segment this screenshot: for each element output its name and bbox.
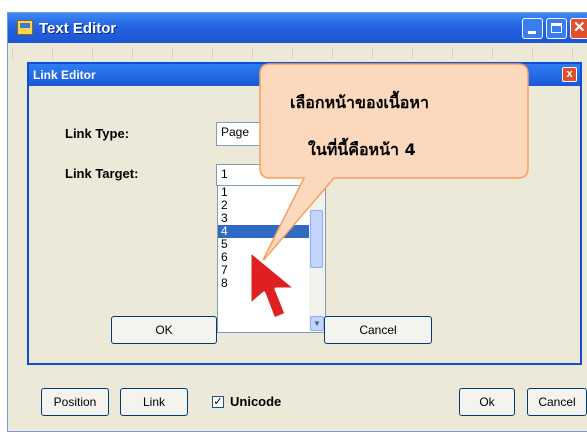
link-type-label: Link Type: — [65, 126, 130, 141]
maximize-button[interactable] — [546, 18, 567, 39]
dialog-title: Link Editor — [33, 68, 96, 82]
cancel-button[interactable]: Cancel — [527, 388, 587, 416]
link-target-label: Link Target: — [65, 166, 139, 181]
minimize-icon — [528, 31, 536, 34]
link-button[interactable]: Link — [120, 388, 188, 416]
dialog-title-bar[interactable]: Link Editor x — [29, 64, 580, 86]
title-bar[interactable]: Text Editor ✕ — [8, 13, 587, 43]
position-button[interactable]: Position — [41, 388, 109, 416]
dialog-ok-button[interactable]: OK — [111, 316, 217, 344]
minimize-button[interactable] — [522, 18, 543, 39]
unicode-label: Unicode — [230, 394, 282, 409]
ruler — [12, 49, 587, 59]
dialog-cancel-button[interactable]: Cancel — [324, 316, 432, 344]
dialog-close-button[interactable]: x — [562, 67, 577, 82]
close-button[interactable]: ✕ — [570, 18, 587, 39]
close-icon: ✕ — [573, 19, 586, 36]
chevron-down-icon: ▼ — [313, 319, 321, 328]
window-title: Text Editor — [39, 20, 117, 37]
close-icon: x — [566, 68, 573, 80]
unicode-checkbox[interactable]: ✓ — [212, 396, 224, 408]
app-icon — [17, 20, 33, 35]
callout-text-line1: เลือกหน้าของเนื้อหา — [290, 93, 429, 112]
link-target-select[interactable]: 1 — [216, 164, 326, 186]
ok-button[interactable]: Ok — [459, 388, 515, 416]
maximize-icon — [551, 23, 562, 33]
scroll-down-button[interactable]: ▼ — [310, 316, 324, 331]
mouse-cursor-icon — [248, 249, 298, 321]
callout-text-line2: ในที่นี้คือหน้า 4 — [308, 140, 416, 159]
